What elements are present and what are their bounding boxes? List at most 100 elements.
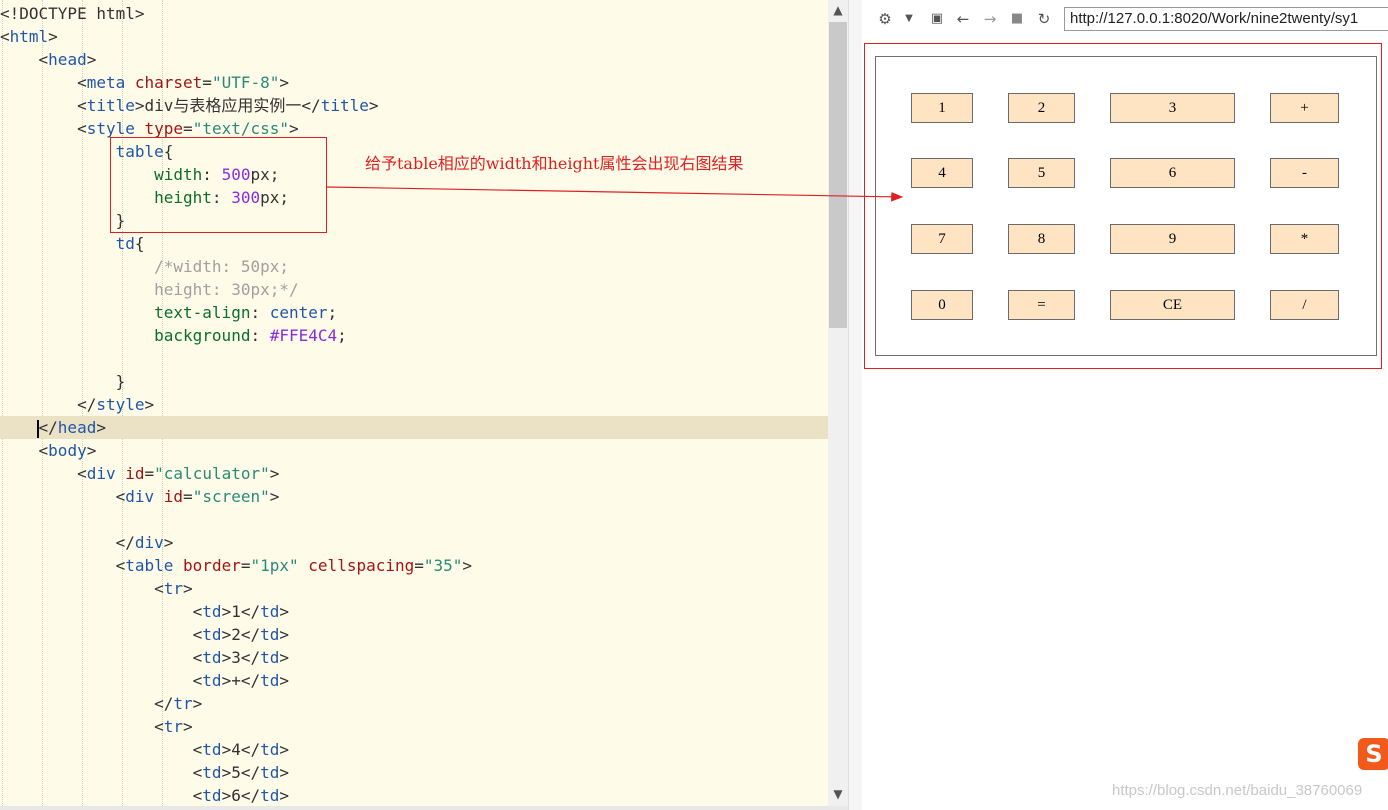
code-token: > — [48, 27, 58, 46]
code-token: "UTF-8" — [211, 73, 280, 92]
back-icon[interactable]: ← — [954, 10, 972, 28]
code-line[interactable]: <div id="calculator"> — [0, 462, 828, 485]
watermark: https://blog.csdn.net/baidu_38760069 — [1112, 782, 1363, 799]
code-editor[interactable]: <!DOCTYPE html> <html> <head> <meta chars… — [0, 0, 828, 806]
code-token: < — [0, 556, 126, 575]
code-line[interactable]: /*width: 50px; — [0, 255, 828, 278]
code-token: >div与表格应用实例一</ — [134, 96, 321, 115]
scroll-down-icon[interactable]: ▼ — [828, 784, 848, 804]
code-token: > — [183, 579, 193, 598]
code-token: < — [0, 119, 87, 138]
code-token: < — [0, 763, 203, 782]
code-line[interactable]: td{ — [0, 232, 828, 255]
code-line[interactable]: <title>div与表格应用实例一</title> — [0, 94, 828, 117]
calc-cell[interactable]: / — [1270, 290, 1339, 320]
code-line[interactable]: background: #FFE4C4; — [0, 324, 828, 347]
code-line[interactable]: text-align: center; — [0, 301, 828, 324]
calc-cell[interactable]: 3 — [1110, 93, 1235, 123]
dropdown-icon[interactable]: ▼ — [900, 10, 918, 28]
code-line[interactable]: <tr> — [0, 715, 828, 738]
code-line[interactable]: <html> — [0, 25, 828, 48]
sogou-logo-icon[interactable]: S — [1358, 738, 1388, 770]
code-token: > — [269, 464, 280, 483]
code-line[interactable]: </div> — [0, 531, 828, 554]
code-line[interactable]: <tr> — [0, 577, 828, 600]
code-token: > — [144, 395, 155, 414]
code-line[interactable]: <!DOCTYPE html> — [0, 2, 828, 25]
calc-cell[interactable]: + — [1270, 93, 1339, 123]
annotation-text: 给予table相应的width和height属性会出现右图结果 — [365, 154, 744, 173]
code-token: > — [269, 487, 280, 506]
console-icon[interactable]: ▣ — [928, 10, 946, 28]
scroll-thumb[interactable] — [829, 22, 847, 328]
code-line[interactable]: <td>+</td> — [0, 669, 828, 692]
code-token: cellspacing — [298, 556, 415, 575]
code-token: td — [0, 234, 135, 253]
code-token: ; — [337, 326, 347, 345]
code-token: td — [260, 786, 280, 805]
calc-cell[interactable]: 5 — [1008, 158, 1075, 188]
code-line[interactable]: height: 30px;*/ — [0, 278, 828, 301]
code-token: style — [96, 395, 145, 414]
forward-icon[interactable]: → — [981, 10, 999, 28]
code-token: = — [183, 487, 193, 506]
code-line[interactable]: } — [0, 370, 828, 393]
address-bar[interactable]: http://127.0.0.1:8020/Work/nine2twenty/s… — [1064, 7, 1388, 31]
reload-icon[interactable]: ↻ — [1035, 10, 1053, 28]
code-line[interactable]: <td>2</td> — [0, 623, 828, 646]
scroll-up-icon[interactable]: ▲ — [828, 0, 848, 20]
code-line[interactable]: <body> — [0, 439, 828, 462]
calc-cell[interactable]: = — [1008, 290, 1075, 320]
calc-cell[interactable]: 2 — [1008, 93, 1075, 123]
code-line[interactable]: <div id="screen"> — [0, 485, 828, 508]
code-token: /*width: 50px; — [0, 257, 289, 276]
calc-cell[interactable]: CE — [1110, 290, 1235, 320]
code-line[interactable] — [0, 347, 828, 370]
code-token: td — [202, 786, 222, 805]
calc-cell[interactable]: 1 — [911, 93, 973, 123]
code-line[interactable]: <td>5</td> — [0, 761, 828, 784]
code-line[interactable] — [0, 508, 828, 531]
code-token: tr — [173, 694, 193, 713]
calc-cell[interactable]: - — [1270, 158, 1339, 188]
code-token: < — [0, 671, 203, 690]
calc-cell[interactable]: 6 — [1110, 158, 1235, 188]
code-line[interactable]: </tr> — [0, 692, 828, 715]
calc-cell[interactable]: * — [1270, 224, 1339, 254]
gear-icon[interactable]: ⚙ — [876, 10, 894, 28]
code-token: meta — [86, 73, 126, 92]
code-token: tr — [163, 579, 184, 598]
stop-icon[interactable]: ■ — [1008, 10, 1026, 28]
code-token: < — [0, 441, 49, 460]
code-token: "1px" — [250, 556, 299, 575]
code-token: < — [0, 602, 203, 621]
code-line[interactable]: <head> — [0, 48, 828, 71]
code-token: div — [125, 487, 155, 506]
code-token: "calculator" — [154, 464, 270, 483]
code-token: = — [414, 556, 424, 575]
code-line[interactable]: <meta charset="UTF-8"> — [0, 71, 828, 94]
code-token: } — [0, 372, 126, 391]
code-line[interactable]: <td>3</td> — [0, 646, 828, 669]
code-line[interactable]: <td>4</td> — [0, 738, 828, 761]
calc-cell[interactable]: 8 — [1008, 224, 1075, 254]
code-line[interactable]: <td>6</td> — [0, 784, 828, 806]
code-line[interactable]: <td>1</td> — [0, 600, 828, 623]
calc-cell[interactable]: 0 — [911, 290, 973, 320]
code-token: td — [202, 740, 222, 759]
code-token: > — [96, 418, 106, 437]
calc-cell[interactable]: 4 — [911, 158, 973, 188]
code-line[interactable]: </head> — [0, 416, 828, 439]
code-token: </ — [38, 418, 58, 437]
code-token: < — [0, 786, 203, 805]
pane-splitter[interactable] — [848, 0, 863, 810]
calc-cell[interactable]: 9 — [1110, 224, 1235, 254]
code-token: td — [202, 602, 222, 621]
code-line[interactable]: <table border="1px" cellspacing="35"> — [0, 554, 828, 577]
calc-cell[interactable]: 7 — [911, 224, 973, 254]
code-line[interactable]: </style> — [0, 393, 828, 416]
editor-scrollbar[interactable]: ▲ ▼ — [828, 0, 848, 806]
code-token: >3</ — [221, 648, 261, 667]
code-token: > — [163, 533, 174, 552]
